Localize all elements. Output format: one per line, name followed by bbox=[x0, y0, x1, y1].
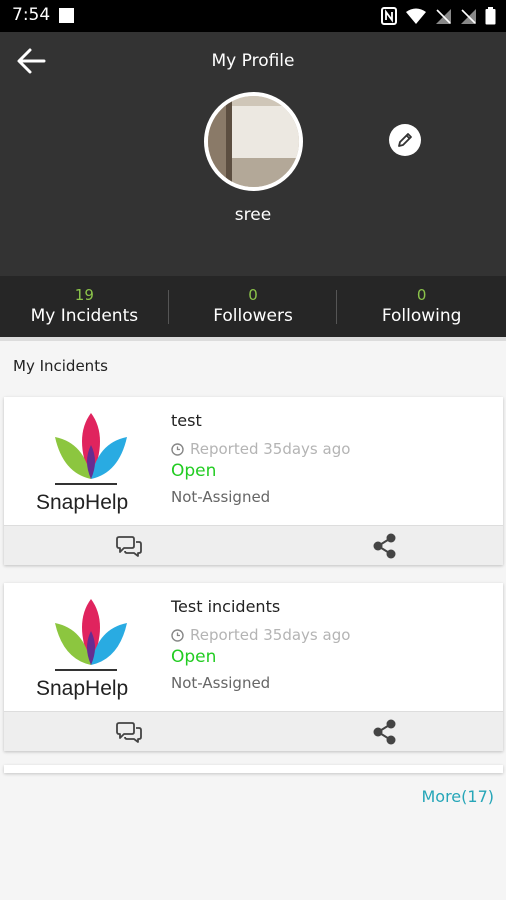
username: sree bbox=[234, 205, 272, 225]
incident-title: test bbox=[171, 411, 202, 430]
stat-label: Followers bbox=[213, 306, 293, 326]
battery-icon bbox=[485, 7, 496, 25]
incident-reported: Reported 35days ago bbox=[171, 440, 350, 458]
edit-profile-button[interactable] bbox=[389, 124, 421, 156]
status-bar: 7:54 bbox=[0, 0, 506, 32]
status-badge: Open bbox=[171, 461, 217, 481]
page-title: My Profile bbox=[211, 51, 295, 71]
incident-reported: Reported 35days ago bbox=[171, 626, 350, 644]
avatar-photo bbox=[208, 96, 299, 187]
stat-count: 0 bbox=[416, 286, 427, 304]
signal-icon-2 bbox=[461, 8, 476, 24]
incident-card[interactable]: SnapHelp test Reported 35days ago Open N… bbox=[4, 397, 503, 565]
clock-icon bbox=[171, 442, 184, 456]
assignment-status: Not-Assigned bbox=[171, 674, 271, 692]
stat-my-incidents[interactable]: 19 My Incidents bbox=[0, 276, 169, 337]
logo-text: SnapHelp bbox=[36, 677, 129, 700]
notification-icon bbox=[59, 8, 74, 23]
logo-text: SnapHelp bbox=[36, 491, 129, 514]
incident-title: Test incidents bbox=[171, 597, 281, 616]
stat-count: 0 bbox=[248, 286, 258, 304]
divider bbox=[0, 337, 506, 341]
stat-followers[interactable]: 0 Followers bbox=[169, 276, 338, 337]
share-icon[interactable] bbox=[372, 719, 398, 745]
incident-card[interactable]: SnapHelp Test incidents Reported 35days … bbox=[4, 583, 503, 751]
reported-text: Reported 35days ago bbox=[190, 440, 351, 458]
clock-icon bbox=[171, 628, 184, 642]
wifi-icon bbox=[406, 8, 426, 24]
comment-icon[interactable] bbox=[116, 720, 142, 744]
assignment-status: Not-Assigned bbox=[171, 488, 271, 506]
section-title: My Incidents bbox=[13, 357, 108, 375]
stat-following[interactable]: 0 Following bbox=[337, 276, 506, 337]
card-actions bbox=[4, 525, 503, 565]
profile-header: My Profile sree bbox=[0, 32, 506, 276]
stat-label: Following bbox=[381, 306, 462, 326]
status-badge: Open bbox=[171, 647, 217, 667]
pencil-icon bbox=[398, 133, 412, 147]
share-icon[interactable] bbox=[372, 533, 398, 559]
more-link[interactable]: More(17) bbox=[421, 787, 494, 806]
profile-stats: 19 My Incidents 0 Followers 0 Following bbox=[0, 276, 506, 337]
status-time: 7:54 bbox=[12, 5, 51, 25]
comment-icon[interactable] bbox=[116, 534, 142, 558]
stat-label: My Incidents bbox=[30, 306, 139, 326]
card-actions bbox=[4, 711, 503, 751]
logo-divider bbox=[55, 669, 117, 671]
stat-count: 19 bbox=[74, 286, 94, 304]
avatar[interactable] bbox=[204, 92, 303, 191]
signal-icon bbox=[436, 8, 451, 24]
nfc-icon bbox=[381, 7, 397, 25]
logo-divider bbox=[55, 483, 117, 485]
reported-text: Reported 35days ago bbox=[190, 626, 351, 644]
incident-card-partial bbox=[4, 765, 503, 773]
